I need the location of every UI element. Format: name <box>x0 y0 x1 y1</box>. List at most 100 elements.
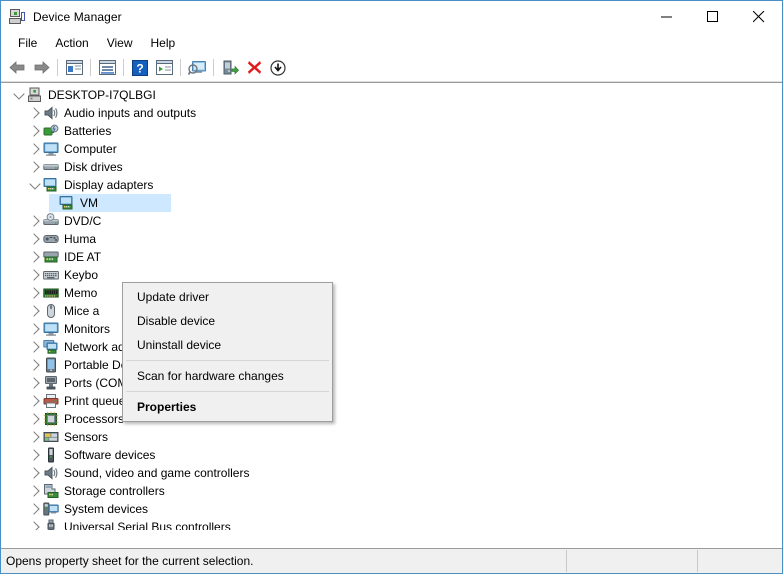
toolbar-separator-3 <box>123 59 124 76</box>
chevron-right-icon[interactable] <box>27 320 43 338</box>
disable-device-button[interactable] <box>266 56 290 79</box>
context-menu-item-update-driver[interactable]: Update driver <box>123 285 332 309</box>
chevron-right-icon[interactable] <box>27 284 43 302</box>
show-hide-action-pane-button[interactable] <box>152 56 176 79</box>
speaker-icon <box>43 465 59 481</box>
tree-item[interactable]: Universal Serial Bus controllers <box>1 518 782 530</box>
chevron-down-icon[interactable] <box>11 86 27 104</box>
tree-item[interactable]: Ports (COM & LPT) <box>1 374 782 392</box>
tree-item[interactable]: DESKTOP-I7QLBGI <box>1 86 782 104</box>
forward-button[interactable] <box>29 56 53 79</box>
chevron-right-icon[interactable] <box>27 446 43 464</box>
chevron-right-icon[interactable] <box>27 248 43 266</box>
tree-item[interactable]: Storage controllers <box>1 482 782 500</box>
tree-item-label: Keybo <box>64 268 99 282</box>
tree-item[interactable]: Sound, video and game controllers <box>1 464 782 482</box>
network-adapter-icon <box>43 339 59 355</box>
close-button[interactable] <box>736 1 782 32</box>
chevron-right-icon[interactable] <box>27 302 43 320</box>
tree-item[interactable]: IDE AT <box>1 248 782 266</box>
client-area: DESKTOP-I7QLBGI Audio inputs and outputs B… <box>1 82 782 530</box>
chevron-right-icon[interactable] <box>27 428 43 446</box>
tree-item[interactable]: Processors <box>1 410 782 428</box>
chevron-right-icon[interactable] <box>27 410 43 428</box>
tree-item-label: Sound, video and game controllers <box>64 466 250 480</box>
context-menu-item-properties[interactable]: Properties <box>123 395 332 419</box>
toolbar-separator-5 <box>213 59 214 76</box>
portable-device-icon <box>43 357 59 373</box>
status-pane-3 <box>697 550 782 572</box>
minimize-button[interactable] <box>644 1 690 32</box>
chevron-down-icon[interactable] <box>27 176 43 194</box>
tree-item[interactable]: System devices <box>1 500 782 518</box>
tree-item[interactable]: Memo <box>1 284 782 302</box>
context-menu-item-scan-for-hardware-changes[interactable]: Scan for hardware changes <box>123 364 332 388</box>
tree-item[interactable]: Audio inputs and outputs <box>1 104 782 122</box>
tree-item[interactable]: Software devices <box>1 446 782 464</box>
tree-item-label: Huma <box>64 232 97 246</box>
tree-item-label: Audio inputs and outputs <box>64 106 197 120</box>
uninstall-device-button[interactable] <box>242 56 266 79</box>
menu-action[interactable]: Action <box>46 34 97 52</box>
back-button[interactable] <box>5 56 29 79</box>
chevron-right-icon[interactable] <box>27 500 43 518</box>
svg-text:?: ? <box>136 61 143 75</box>
chevron-right-icon[interactable] <box>27 356 43 374</box>
monitor-icon <box>43 141 59 157</box>
status-message: Opens property sheet for the current sel… <box>6 554 254 568</box>
chevron-right-icon[interactable] <box>27 140 43 158</box>
tree-item-label: Display adapters <box>64 178 154 192</box>
show-hide-console-tree-button[interactable] <box>62 56 86 79</box>
chevron-right-icon[interactable] <box>27 212 43 230</box>
chevron-right-icon[interactable] <box>27 122 43 140</box>
maximize-button[interactable] <box>690 1 736 32</box>
tree-item[interactable]: Batteries <box>1 122 782 140</box>
tree-item[interactable]: Network adapters <box>1 338 782 356</box>
chevron-right-icon[interactable] <box>27 392 43 410</box>
tree-item[interactable]: Computer <box>1 140 782 158</box>
chevron-right-icon[interactable] <box>27 104 43 122</box>
tree-item-label: Computer <box>64 142 117 156</box>
properties-button[interactable] <box>95 56 119 79</box>
tree-item-label: Software devices <box>64 448 156 462</box>
chevron-right-icon[interactable] <box>27 464 43 482</box>
menu-file[interactable]: File <box>9 34 46 52</box>
tree-item[interactable]: Display adapters <box>1 176 782 194</box>
tree-item[interactable]: Mice a <box>1 302 782 320</box>
device-tree[interactable]: DESKTOP-I7QLBGI Audio inputs and outputs B… <box>1 83 782 530</box>
tree-item[interactable]: Sensors <box>1 428 782 446</box>
chevron-right-icon[interactable] <box>27 266 43 284</box>
context-menu-item-disable-device[interactable]: Disable device <box>123 309 332 333</box>
tree-item[interactable]: Monitors <box>1 320 782 338</box>
tree-item[interactable]: DVD/C <box>1 212 782 230</box>
tree-item-label: DVD/C <box>64 214 102 228</box>
disk-drive-icon <box>43 159 59 175</box>
tree-item[interactable]: Portable Devices <box>1 356 782 374</box>
speaker-icon <box>43 105 59 121</box>
chevron-right-icon[interactable] <box>27 158 43 176</box>
tree-item[interactable]: Huma <box>1 230 782 248</box>
tree-item[interactable]: Print queues <box>1 392 782 410</box>
chevron-right-icon[interactable] <box>27 518 43 530</box>
help-button[interactable]: ? <box>128 56 152 79</box>
tree-item-label: IDE AT <box>64 250 102 264</box>
menu-view[interactable]: View <box>98 34 142 52</box>
chevron-right-icon[interactable] <box>27 230 43 248</box>
processor-icon <box>43 411 59 427</box>
update-driver-button[interactable] <box>218 56 242 79</box>
context-menu-item-uninstall-device[interactable]: Uninstall device <box>123 333 332 357</box>
tree-item[interactable]: Disk drives <box>1 158 782 176</box>
chevron-right-icon[interactable] <box>27 338 43 356</box>
chevron-right-icon[interactable] <box>27 374 43 392</box>
tree-item[interactable]: Keybo <box>1 266 782 284</box>
tree-item-label: Batteries <box>64 124 112 138</box>
chevron-right-icon[interactable] <box>27 482 43 500</box>
tree-item-label: Monitors <box>64 322 111 336</box>
menu-help[interactable]: Help <box>142 34 185 52</box>
tree-item-label: VM <box>80 196 98 210</box>
scan-for-hardware-changes-button[interactable] <box>185 56 209 79</box>
context-menu-separator-1 <box>126 360 329 361</box>
tree-item-selected[interactable]: VM <box>1 194 782 212</box>
context-menu-separator-2 <box>126 391 329 392</box>
